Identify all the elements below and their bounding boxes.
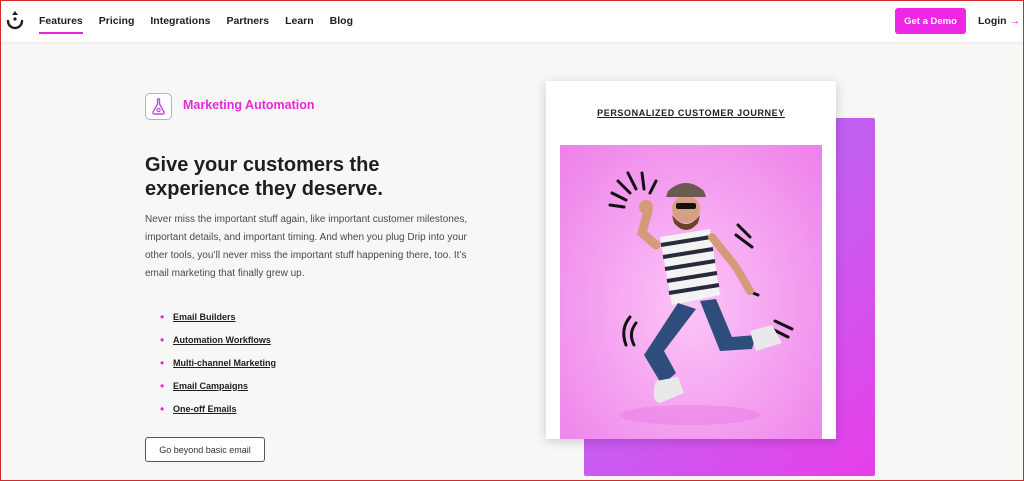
- bullet-icon: •: [160, 355, 165, 370]
- go-beyond-button[interactable]: Go beyond basic email: [145, 437, 265, 462]
- nav-blog[interactable]: Blog: [330, 0, 353, 42]
- automation-badge: [145, 93, 172, 120]
- get-a-demo-button[interactable]: Get a Demo: [895, 8, 966, 34]
- flask-icon: [152, 98, 165, 115]
- list-item: • Email Campaigns: [160, 374, 276, 397]
- list-item: • Email Builders: [160, 305, 276, 328]
- list-item: • One-off Emails: [160, 397, 276, 420]
- nav-learn[interactable]: Learn: [285, 0, 314, 42]
- hero-headline: Give your customers the experience they …: [145, 154, 383, 200]
- feature-link-multi-channel[interactable]: Multi-channel Marketing: [173, 358, 276, 368]
- bullet-icon: •: [160, 309, 165, 324]
- list-item: • Multi-channel Marketing: [160, 351, 276, 374]
- drip-logo-icon[interactable]: [6, 10, 24, 32]
- nav-partners[interactable]: Partners: [226, 0, 269, 42]
- bullet-icon: •: [160, 332, 165, 347]
- bullet-icon: •: [160, 378, 165, 393]
- login-link[interactable]: Login →: [978, 8, 1020, 34]
- bullet-icon: •: [160, 401, 165, 416]
- login-label: Login: [978, 15, 1007, 27]
- feature-link-one-off-emails[interactable]: One-off Emails: [173, 404, 237, 414]
- feature-list: • Email Builders • Automation Workflows • M…: [160, 305, 276, 420]
- card-title: PERSONALIZED CUSTOMER JOURNEY: [597, 108, 785, 118]
- journey-card: PERSONALIZED CUSTOMER JOURNEY: [546, 81, 836, 439]
- main-menu: Features Pricing Integrations Partners L…: [39, 0, 369, 42]
- nav-features[interactable]: Features: [39, 0, 83, 42]
- section-label: Marketing Automation: [183, 98, 315, 112]
- feature-link-automation-workflows[interactable]: Automation Workflows: [173, 335, 271, 345]
- nav-pricing[interactable]: Pricing: [99, 0, 135, 42]
- nav-integrations[interactable]: Integrations: [150, 0, 210, 42]
- hero-description: Never miss the important stuff again, li…: [145, 214, 468, 279]
- feature-link-email-campaigns[interactable]: Email Campaigns: [173, 381, 248, 391]
- top-navigation: Features Pricing Integrations Partners L…: [0, 0, 1024, 42]
- arrow-right-icon: →: [1009, 15, 1021, 27]
- feature-link-email-builders[interactable]: Email Builders: [173, 312, 236, 322]
- illustration: [608, 171, 794, 425]
- list-item: • Automation Workflows: [160, 328, 276, 351]
- jumping-man-image: [560, 145, 822, 439]
